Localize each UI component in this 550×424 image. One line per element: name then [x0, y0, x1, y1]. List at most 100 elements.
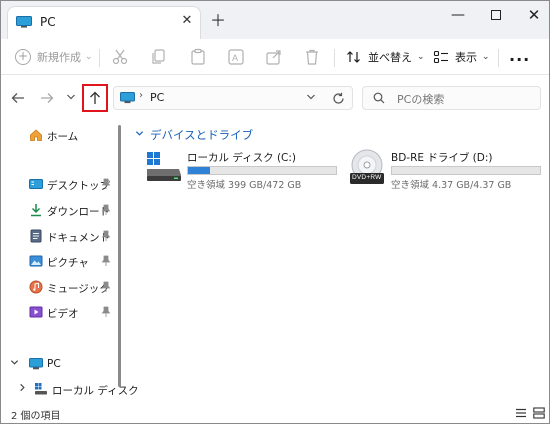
command-bar: + 新規作成 ⌄ A 並べ替え ⌄ 表示 ⌄ ...	[1, 39, 549, 75]
arrow-right-icon	[41, 93, 54, 103]
search-input[interactable]: PCの検索	[397, 91, 444, 107]
tab-pc[interactable]: PC ✕	[7, 6, 201, 39]
windows-drive-icon	[147, 152, 181, 181]
paste-icon[interactable]	[189, 48, 207, 66]
tiles-view-icon[interactable]	[533, 407, 545, 419]
more-options-button[interactable]: ...	[509, 48, 530, 64]
delete-icon[interactable]	[303, 48, 321, 66]
pin-icon[interactable]	[101, 204, 111, 216]
windows-drive-icon	[35, 383, 47, 395]
view-label: 表示	[455, 51, 477, 64]
refresh-button[interactable]	[332, 89, 345, 109]
navigation-pane: ホーム デスクトップ ダウンロード ドキュメント ピクチャ ミュージック ビデオ…	[1, 119, 139, 403]
arrow-left-icon	[11, 93, 24, 103]
chevron-down-icon[interactable]	[10, 358, 19, 370]
toolbar-divider	[334, 49, 335, 67]
toolbar-divider	[99, 49, 100, 67]
videos-folder-icon	[29, 306, 43, 318]
desktop-folder-icon	[29, 179, 43, 189]
sidebar-item-label: ローカル ディスク	[52, 385, 139, 397]
monitor-icon	[120, 92, 135, 104]
chevron-down-icon	[135, 129, 144, 141]
rename-icon[interactable]: A	[227, 48, 245, 66]
tab-close-icon[interactable]: ✕	[178, 12, 196, 30]
refresh-icon	[333, 92, 344, 104]
toolbar-divider	[498, 49, 499, 67]
drive-item-d[interactable]: DVD+RW BD-RE ドライブ (D:) 空き領域 4.37 GB/4.37…	[349, 149, 544, 191]
content-pane: デバイスとドライブ ローカル ディスク (C:) 空き領域 399 GB/472…	[127, 119, 549, 403]
chevron-right-icon[interactable]	[18, 383, 27, 395]
breadcrumb-pc[interactable]: PC	[150, 91, 164, 104]
new-tab-button[interactable]: ＋	[208, 11, 228, 31]
pin-icon[interactable]	[101, 230, 111, 242]
chevron-down-icon: ⌄	[482, 52, 490, 62]
drive-name: BD-RE ドライブ (D:)	[391, 152, 493, 164]
sort-icon	[347, 51, 360, 63]
recent-locations-button[interactable]	[61, 88, 81, 108]
status-bar: 2 個の項目	[1, 403, 549, 423]
forward-button[interactable]	[37, 88, 57, 108]
breadcrumb-chevron-icon: ›	[139, 90, 143, 101]
sidebar-item-videos[interactable]: ビデオ	[1, 301, 119, 325]
sidebar-item-local-disk[interactable]: ローカル ディスク	[1, 378, 139, 402]
sort-button[interactable]: 並べ替え ⌄	[346, 46, 425, 68]
group-header-label: デバイスとドライブ	[150, 128, 254, 142]
address-history-chevron-icon[interactable]	[306, 92, 316, 105]
chevron-down-icon: ⌄	[85, 52, 93, 62]
file-explorer-window: PC ✕ ＋ — ✕ + 新規作成 ⌄ A 並べ替え ⌄ 表示 ⌄ ... › …	[0, 0, 550, 424]
sidebar-item-music[interactable]: ミュージック	[1, 276, 119, 300]
share-icon[interactable]	[265, 48, 283, 66]
svg-text:A: A	[232, 53, 238, 63]
group-header-devices[interactable]: デバイスとドライブ	[135, 127, 253, 143]
sidebar-item-label: ホーム	[47, 131, 79, 143]
sidebar-item-home[interactable]: ホーム	[1, 124, 119, 148]
sort-label: 並べ替え	[368, 51, 412, 64]
pin-icon[interactable]	[101, 255, 111, 267]
copy-icon[interactable]	[150, 48, 168, 66]
chevron-down-icon: ⌄	[417, 52, 425, 62]
address-bar[interactable]: › PC	[113, 86, 353, 110]
sidebar-item-pictures[interactable]: ピクチャ	[1, 250, 119, 274]
title-bar: PC ✕ ＋ — ✕	[1, 1, 549, 39]
pictures-folder-icon	[29, 255, 43, 267]
view-icon	[433, 50, 448, 64]
drive-item-c[interactable]: ローカル ディスク (C:) 空き領域 399 GB/472 GB	[145, 149, 337, 191]
drive-badge: DVD+RW	[352, 174, 382, 181]
monitor-icon	[16, 16, 32, 28]
sidebar-item-desktop[interactable]: デスクトップ	[1, 173, 119, 197]
home-icon	[30, 129, 42, 141]
drive-usage-fill	[188, 167, 211, 174]
sidebar-item-documents[interactable]: ドキュメント	[1, 225, 119, 249]
download-folder-icon	[31, 204, 41, 217]
details-view-icon[interactable]	[515, 407, 527, 419]
pin-icon[interactable]	[101, 306, 111, 318]
pin-icon[interactable]	[101, 178, 111, 190]
back-button[interactable]	[8, 88, 28, 108]
plus-circle-icon: +	[15, 49, 31, 65]
drive-usage-bar	[391, 166, 541, 175]
sidebar-item-label: PC	[47, 358, 61, 370]
sidebar-item-label: ビデオ	[47, 308, 79, 320]
drive-free-space: 空き領域 399 GB/472 GB	[187, 180, 302, 191]
sidebar-scrollbar[interactable]	[118, 125, 121, 387]
item-count: 2 個の項目	[11, 411, 61, 422]
tab-title: PC	[40, 15, 56, 29]
address-row: › PC PCの検索	[1, 77, 549, 119]
monitor-icon	[29, 358, 43, 370]
pin-icon[interactable]	[101, 281, 111, 293]
sidebar-item-downloads[interactable]: ダウンロード	[1, 199, 119, 223]
chevron-down-icon	[67, 94, 75, 100]
search-icon	[373, 92, 385, 104]
up-button[interactable]	[82, 84, 108, 112]
view-button[interactable]: 表示 ⌄	[433, 46, 490, 68]
cut-icon[interactable]	[111, 48, 129, 66]
search-box[interactable]: PCの検索	[362, 86, 541, 110]
new-button[interactable]: + 新規作成 ⌄	[15, 46, 93, 68]
drive-free-space: 空き領域 4.37 GB/4.37 GB	[391, 180, 512, 191]
close-button[interactable]: ✕	[511, 1, 549, 29]
music-folder-icon	[29, 280, 43, 294]
maximize-icon	[491, 10, 501, 20]
sidebar-item-pc[interactable]: PC	[1, 353, 119, 377]
documents-folder-icon	[30, 229, 42, 243]
drive-name: ローカル ディスク (C:)	[187, 152, 297, 164]
